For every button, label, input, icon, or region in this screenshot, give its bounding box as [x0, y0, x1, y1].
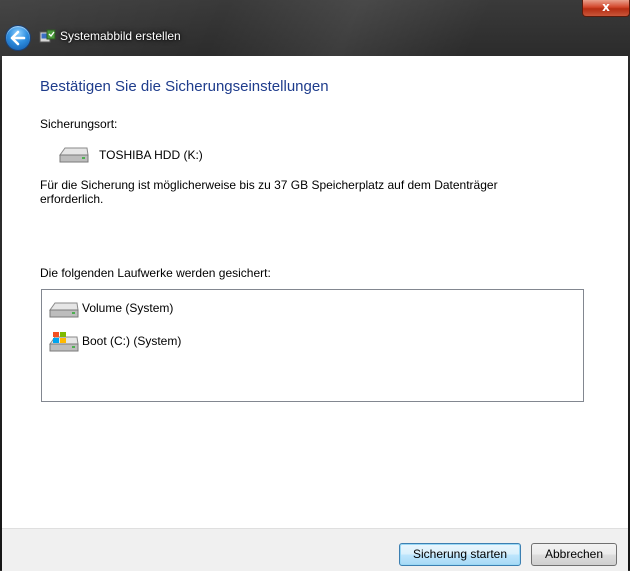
windows-drive-icon — [49, 332, 79, 352]
drives-list[interactable]: Volume (System) Boot (C:) (System) — [41, 289, 584, 402]
list-item[interactable]: Boot (C:) (System) — [46, 327, 576, 352]
target-drive-name: TOSHIBA HDD (K:) — [99, 148, 203, 162]
back-button[interactable] — [5, 25, 31, 51]
hard-drive-icon — [49, 302, 79, 318]
start-backup-button[interactable]: Sicherung starten — [399, 543, 521, 566]
drives-label: Die folgenden Laufwerke werden gesichert… — [40, 266, 271, 280]
hard-drive-icon — [59, 147, 89, 163]
drive-label: Boot (C:) (System) — [82, 334, 182, 348]
location-label: Sicherungsort: — [40, 117, 118, 131]
drive-label: Volume (System) — [82, 301, 174, 315]
window-title: Systemabbild erstellen — [60, 29, 181, 43]
space-note-line-1: Für die Sicherung ist möglicherweise bis… — [40, 178, 498, 192]
backup-app-icon — [39, 29, 56, 43]
space-note-line-2: erforderlich. — [40, 192, 104, 206]
page-heading: Bestätigen Sie die Sicherungseinstellung… — [40, 78, 329, 95]
back-arrow-icon — [10, 30, 26, 46]
close-button[interactable]: x — [582, 0, 630, 17]
cancel-button[interactable]: Abbrechen — [531, 543, 617, 566]
list-item[interactable]: Volume (System) — [46, 294, 576, 318]
